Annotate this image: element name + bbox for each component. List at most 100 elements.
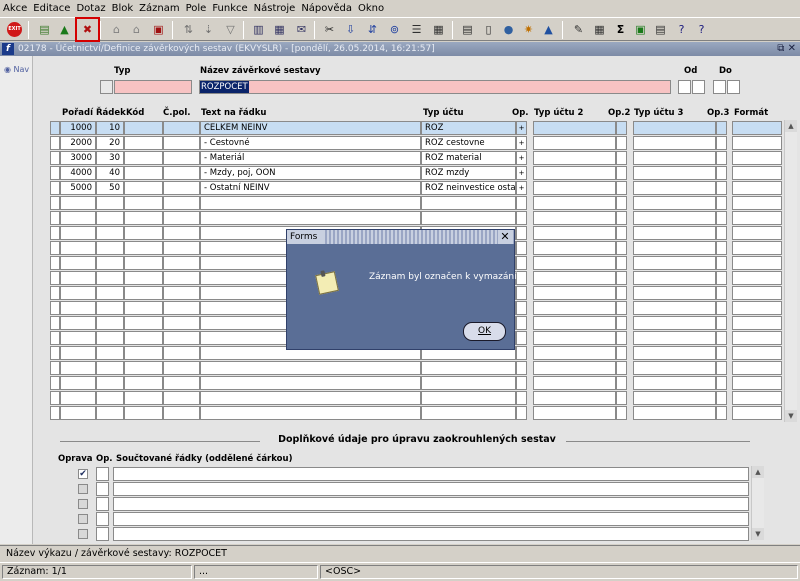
cell-kod[interactable]	[124, 136, 163, 150]
calculator-icon[interactable]: ▦	[430, 21, 447, 38]
cell-typ[interactable]: ROZ neinvestice ostatní	[421, 181, 516, 195]
cell-radek[interactable]: 20	[96, 136, 124, 150]
cell-op2[interactable]	[616, 166, 627, 180]
cell-kod[interactable]	[124, 391, 163, 405]
cell-op[interactable]	[516, 361, 527, 375]
triangle-icon[interactable]: ▲	[540, 21, 557, 38]
cell-ind[interactable]	[50, 346, 60, 360]
cell-op[interactable]: +	[516, 121, 527, 135]
cell-typ3[interactable]	[633, 211, 716, 225]
cell-cpol[interactable]	[163, 406, 200, 420]
cell-typ2[interactable]	[533, 286, 616, 300]
op-field[interactable]	[96, 527, 109, 541]
summed-rows-field[interactable]	[113, 527, 749, 541]
cell-text[interactable]	[200, 406, 421, 420]
cell-kod[interactable]	[124, 301, 163, 315]
cell-op3[interactable]	[716, 211, 727, 225]
cell-typ3[interactable]	[633, 331, 716, 345]
cell-radek[interactable]	[96, 376, 124, 390]
cell-op3[interactable]	[716, 136, 727, 150]
cell-radek[interactable]	[96, 241, 124, 255]
menu-pole[interactable]: Pole	[186, 3, 207, 14]
cell-poradi[interactable]: 4000	[60, 166, 96, 180]
cell-op3[interactable]	[716, 241, 727, 255]
cell-radek[interactable]	[96, 271, 124, 285]
cell-op[interactable]	[516, 211, 527, 225]
cell-radek[interactable]	[96, 211, 124, 225]
cell-op2[interactable]	[616, 241, 627, 255]
op-field[interactable]	[96, 482, 109, 496]
cell-ind[interactable]	[50, 361, 60, 375]
cell-fmt[interactable]	[732, 166, 782, 180]
cell-op[interactable]	[516, 196, 527, 210]
cell-typ[interactable]: ROZ mzdy	[421, 166, 516, 180]
cell-op[interactable]	[516, 376, 527, 390]
cell-fmt[interactable]	[732, 271, 782, 285]
cell-ind[interactable]	[50, 286, 60, 300]
cell-op2[interactable]	[616, 301, 627, 315]
window-controls[interactable]: ⧉ ✕	[777, 43, 796, 54]
cell-typ[interactable]	[421, 196, 516, 210]
cell-op3[interactable]	[716, 181, 727, 195]
od-field-2[interactable]	[692, 80, 705, 94]
cell-ind[interactable]	[50, 121, 60, 135]
cell-op2[interactable]	[616, 256, 627, 270]
scroll-down-icon[interactable]: ▼	[785, 410, 797, 422]
edit-icon[interactable]: ✎	[570, 21, 587, 38]
cell-typ2[interactable]	[533, 331, 616, 345]
cell-op[interactable]	[516, 286, 527, 300]
cell-cpol[interactable]	[163, 301, 200, 315]
menu-funkce[interactable]: Funkce	[212, 3, 247, 14]
cell-typ2[interactable]	[533, 166, 616, 180]
cell-fmt[interactable]	[732, 211, 782, 225]
cell-op2[interactable]	[616, 361, 627, 375]
cell-kod[interactable]	[124, 241, 163, 255]
cell-typ[interactable]	[421, 376, 516, 390]
cell-op2[interactable]	[616, 316, 627, 330]
op-field[interactable]	[96, 512, 109, 526]
cell-radek[interactable]	[96, 301, 124, 315]
cell-op3[interactable]	[716, 286, 727, 300]
cell-fmt[interactable]	[732, 226, 782, 240]
cell-fmt[interactable]	[732, 256, 782, 270]
cell-typ3[interactable]	[633, 226, 716, 240]
cell-kod[interactable]	[124, 121, 163, 135]
cell-op3[interactable]	[716, 406, 727, 420]
cell-text[interactable]	[200, 361, 421, 375]
cell-cpol[interactable]	[163, 181, 200, 195]
cell-op2[interactable]	[616, 346, 627, 360]
cell-op[interactable]	[516, 241, 527, 255]
cell-typ[interactable]	[421, 406, 516, 420]
cell-text[interactable]: - Ostatní NEINV	[200, 181, 421, 195]
cell-ind[interactable]	[50, 241, 60, 255]
cell-ind[interactable]	[50, 406, 60, 420]
cell-op[interactable]	[516, 226, 527, 240]
document-icon[interactable]: ▤	[459, 21, 476, 38]
cell-op[interactable]	[516, 346, 527, 360]
cell-typ3[interactable]	[633, 286, 716, 300]
cell-typ2[interactable]	[533, 121, 616, 135]
cell-kod[interactable]	[124, 211, 163, 225]
cell-kod[interactable]	[124, 346, 163, 360]
cell-poradi[interactable]	[60, 271, 96, 285]
cell-typ3[interactable]	[633, 391, 716, 405]
cell-poradi[interactable]	[60, 346, 96, 360]
cell-typ3[interactable]	[633, 166, 716, 180]
cell-ind[interactable]	[50, 211, 60, 225]
cell-op[interactable]	[516, 301, 527, 315]
op-field[interactable]	[96, 497, 109, 511]
cell-typ3[interactable]	[633, 151, 716, 165]
cell-poradi[interactable]	[60, 391, 96, 405]
query-icon[interactable]: ⌂	[108, 21, 125, 38]
cell-typ[interactable]: ROZ cestovne	[421, 136, 516, 150]
dialog-close-icon[interactable]: ✕	[498, 230, 512, 244]
cell-kod[interactable]	[124, 226, 163, 240]
cell-op[interactable]	[516, 256, 527, 270]
cell-radek[interactable]	[96, 331, 124, 345]
cell-kod[interactable]	[124, 286, 163, 300]
cell-poradi[interactable]: 1000	[60, 121, 96, 135]
scroll-down-icon[interactable]: ▼	[752, 528, 764, 540]
print-icon[interactable]: ▥	[250, 21, 267, 38]
cell-fmt[interactable]	[732, 286, 782, 300]
cell-cpol[interactable]	[163, 316, 200, 330]
